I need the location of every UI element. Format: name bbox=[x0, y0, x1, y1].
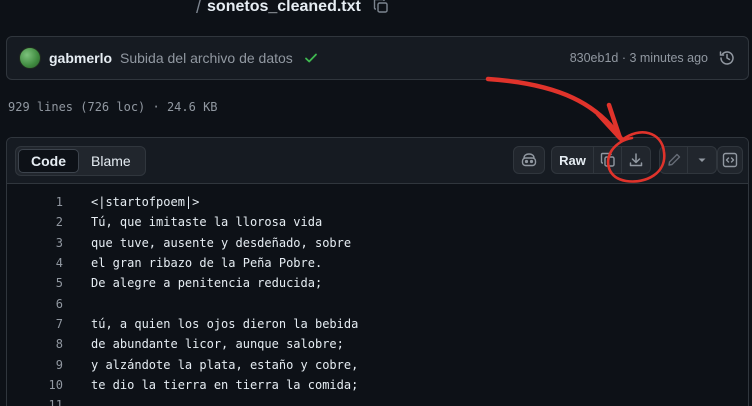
line-text: Tú, que imitaste la llorosa vida bbox=[91, 215, 323, 230]
download-icon bbox=[628, 152, 644, 168]
line-text: te dio la tierra en tierra la comida; bbox=[91, 377, 359, 392]
commit-meta[interactable]: 830eb1d · 3 minutes ago bbox=[570, 51, 708, 65]
raw-actions: Raw bbox=[551, 146, 651, 174]
view-toggle: Code Blame bbox=[15, 145, 146, 176]
code-line: 5 De alegre a penitencia reducida; bbox=[7, 273, 748, 293]
pencil-icon bbox=[666, 152, 682, 168]
download-raw-button[interactable] bbox=[622, 147, 650, 173]
edit-actions bbox=[659, 146, 717, 174]
history-icon[interactable] bbox=[718, 49, 736, 67]
tab-code[interactable]: Code bbox=[18, 148, 79, 173]
code-line: 11 bbox=[7, 395, 748, 406]
avatar[interactable] bbox=[19, 47, 41, 69]
breadcrumb: / sonetos_cleaned.txt bbox=[196, 0, 391, 20]
more-edit-options-button[interactable] bbox=[688, 147, 716, 173]
copy-icon bbox=[600, 152, 616, 168]
code-line: 1 <|startofpoem|> bbox=[7, 192, 748, 212]
line-text: <|startofpoem|> bbox=[91, 195, 200, 210]
line-number[interactable]: 10 bbox=[7, 378, 63, 392]
symbols-panel-button[interactable] bbox=[717, 146, 743, 174]
code-line: 6 bbox=[7, 293, 748, 313]
copilot-button[interactable] bbox=[513, 146, 545, 174]
code-square-icon bbox=[722, 152, 738, 168]
file-stats: 929 lines (726 loc) · 24.6 KB bbox=[8, 100, 218, 114]
file-name: sonetos_cleaned.txt bbox=[207, 0, 361, 15]
copy-raw-button[interactable] bbox=[594, 147, 622, 173]
line-number[interactable]: 2 bbox=[7, 215, 63, 229]
line-number[interactable]: 6 bbox=[7, 297, 63, 311]
code-line: 7 tú, a quien los ojos dieron la bebida bbox=[7, 314, 748, 334]
line-number[interactable]: 9 bbox=[7, 358, 63, 372]
latest-commit-box: gabmerlo Subida del archivo de datos 830… bbox=[6, 36, 749, 80]
line-text: tú, a quien los ojos dieron la bebida bbox=[91, 316, 359, 331]
code-line: 2 Tú, que imitaste la llorosa vida bbox=[7, 212, 748, 232]
line-number[interactable]: 3 bbox=[7, 236, 63, 250]
path-separator: / bbox=[196, 0, 202, 17]
code-view: 1 <|startofpoem|> 2 Tú, que imitaste la llo… bbox=[7, 184, 748, 406]
commit-author[interactable]: gabmerlo bbox=[49, 50, 112, 66]
edit-file-button[interactable] bbox=[660, 147, 688, 173]
line-number[interactable]: 11 bbox=[7, 398, 63, 406]
code-line: 3 que tuve, ausente y desdeñado, sobre bbox=[7, 233, 748, 253]
copilot-icon bbox=[520, 152, 538, 168]
file-toolbar: Code Blame Raw bbox=[7, 138, 748, 184]
line-text: y alzándote la plata, estaño y cobre, bbox=[91, 357, 359, 372]
tab-blame[interactable]: Blame bbox=[79, 149, 143, 173]
line-number[interactable]: 7 bbox=[7, 317, 63, 331]
file-viewer: Code Blame Raw 1 <|startofpoem|> 2 Tú, q… bbox=[6, 137, 749, 406]
line-text: el gran ribazo de la Peña Pobre. bbox=[91, 256, 323, 271]
line-number[interactable]: 5 bbox=[7, 276, 63, 290]
line-number[interactable]: 8 bbox=[7, 337, 63, 351]
code-line: 9 y alzándote la plata, estaño y cobre, bbox=[7, 354, 748, 374]
chevron-down-icon bbox=[696, 154, 708, 166]
commit-message[interactable]: Subida del archivo de datos bbox=[120, 50, 293, 66]
code-line: 8 de abundante licor, aunque salobre; bbox=[7, 334, 748, 354]
line-number[interactable]: 4 bbox=[7, 256, 63, 270]
raw-button[interactable]: Raw bbox=[552, 147, 594, 173]
line-text: De alegre a penitencia reducida; bbox=[91, 276, 323, 291]
code-line: 10 te dio la tierra en tierra la comida; bbox=[7, 375, 748, 395]
line-number[interactable]: 1 bbox=[7, 195, 63, 209]
code-line: 4 el gran ribazo de la Peña Pobre. bbox=[7, 253, 748, 273]
check-icon[interactable] bbox=[303, 50, 319, 66]
line-text: de abundante licor, aunque salobre; bbox=[91, 337, 344, 352]
copy-path-icon[interactable] bbox=[373, 0, 391, 16]
line-text: que tuve, ausente y desdeñado, sobre bbox=[91, 235, 352, 250]
